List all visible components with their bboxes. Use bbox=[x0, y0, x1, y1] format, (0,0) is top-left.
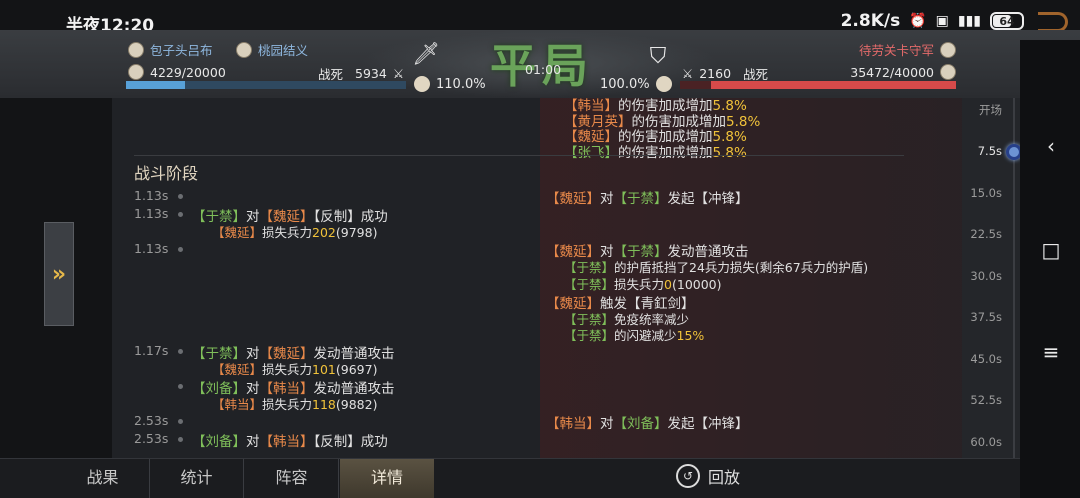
timeline-tick[interactable]: 15.0s bbox=[952, 186, 1002, 200]
right-troops: 35472/40000 bbox=[850, 64, 956, 80]
player-avatar-icon bbox=[940, 41, 956, 58]
log-line: 【刘备】对【韩当】【反制】成功 bbox=[192, 434, 388, 450]
buff-icon bbox=[414, 76, 430, 92]
double-chevron-right-icon: » bbox=[51, 261, 67, 287]
log-line: 【魏延】损失兵力202(9798) bbox=[212, 225, 378, 240]
event-time: 1.13s bbox=[134, 206, 169, 221]
right-pct-value: 100.0% bbox=[600, 76, 650, 92]
event-time: 2.53s bbox=[134, 431, 169, 446]
timeline-tick[interactable]: 22.5s bbox=[952, 227, 1002, 241]
left-troop-bar-fill bbox=[126, 81, 186, 89]
timeline-tick[interactable]: 52.5s bbox=[952, 393, 1002, 407]
right-player: 待劳关卡守军 bbox=[859, 40, 956, 59]
replay-label: 回放 bbox=[708, 468, 741, 487]
network-speed: 2.8K/s bbox=[840, 11, 901, 31]
troops-icon bbox=[128, 64, 144, 80]
timeline-tick[interactable]: 7.5s bbox=[952, 144, 1002, 158]
tab-stats[interactable]: 统计 bbox=[150, 459, 244, 498]
crossed-swords-icon: ⚔ bbox=[682, 66, 694, 81]
tab-lineup[interactable]: 阵容 bbox=[245, 459, 339, 498]
event-time: 1.13s bbox=[134, 241, 169, 256]
battery-level: 64 bbox=[999, 14, 1015, 28]
timeline-tick[interactable]: 60.0s bbox=[952, 435, 1002, 449]
right-troop-bar-fill bbox=[711, 81, 956, 89]
hd-icon: ▣ bbox=[935, 13, 949, 29]
expand-panel-button[interactable]: » bbox=[44, 222, 74, 326]
log-line: 【于禁】的闪避减少15% bbox=[564, 328, 705, 343]
timeline-tick[interactable]: 开场 bbox=[952, 102, 1002, 118]
event-time: 1.17s bbox=[134, 343, 169, 358]
timeline-scrubber[interactable]: 开场 7.5s 15.0s 22.5s 30.0s 37.5s 45.0s 52… bbox=[962, 98, 1022, 458]
shield-icon: ⛉ bbox=[649, 43, 667, 69]
replay-icon: ↺ bbox=[676, 464, 700, 488]
left-dead-value: 5934 bbox=[355, 66, 387, 81]
left-pct: 110.0% bbox=[414, 76, 486, 92]
timeline-tick[interactable]: 45.0s bbox=[952, 352, 1002, 366]
team-icon bbox=[236, 41, 252, 58]
event-time: 2.53s bbox=[134, 413, 169, 428]
left-troops: 4229/20000 bbox=[128, 64, 226, 80]
tab-details[interactable]: 详情 bbox=[340, 459, 434, 498]
overlay-handle[interactable] bbox=[1038, 12, 1068, 32]
timeline-tick[interactable]: 30.0s bbox=[952, 269, 1002, 283]
left-team: 桃园结义 bbox=[236, 40, 308, 59]
bottom-tab-bar: 战果 统计 阵容 详情 ↺ 回放 bbox=[0, 458, 1020, 498]
right-troops-value: 35472/40000 bbox=[850, 64, 934, 80]
battle-log[interactable]: 【韩当】的伤害加成增加5.8% 【黄月英】的伤害加成增加5.8% 【魏延】的伤害… bbox=[112, 98, 962, 458]
alarm-icon: ⏰ bbox=[909, 13, 927, 29]
event-time: 1.13s bbox=[134, 188, 169, 203]
stage-title: 战斗阶段 bbox=[134, 164, 199, 183]
tab-result[interactable]: 战果 bbox=[56, 459, 150, 498]
sword-icon: 🗡 bbox=[412, 41, 440, 67]
left-player-name: 包子头吕布 bbox=[150, 43, 213, 58]
system-nav-bar: ‹ □ ≡ bbox=[1020, 40, 1080, 498]
home-icon[interactable]: □ bbox=[1040, 238, 1062, 262]
timeline-tick[interactable]: 37.5s bbox=[952, 310, 1002, 324]
player-avatar-icon bbox=[128, 41, 144, 58]
recents-icon[interactable]: ≡ bbox=[1040, 340, 1062, 364]
log-line: 【韩当】损失兵力118(9882) bbox=[212, 397, 378, 412]
battle-timer: 01:00 bbox=[525, 62, 562, 77]
right-pct: 100.0% bbox=[600, 76, 672, 92]
back-icon[interactable]: ‹ bbox=[1040, 134, 1062, 158]
right-player-name: 待劳关卡守军 bbox=[858, 43, 934, 58]
log-line: 【于禁】损失兵力0(10000) bbox=[564, 277, 722, 292]
buff-icon bbox=[655, 76, 672, 92]
left-pct-value: 110.0% bbox=[436, 76, 486, 92]
log-line: 【魏延】损失兵力101(9697) bbox=[212, 362, 378, 377]
log-line: 【张飞】的伤害加成增加5.8% bbox=[564, 145, 747, 161]
replay-button[interactable]: ↺ 回放 bbox=[676, 464, 740, 488]
left-player: 包子头吕布 bbox=[128, 40, 213, 59]
troops-icon bbox=[940, 64, 956, 80]
battery-icon: 64 bbox=[990, 12, 1024, 30]
right-dead-value: 2160 bbox=[699, 66, 732, 81]
log-line: 【魏延】对【于禁】发起【冲锋】 bbox=[546, 191, 749, 207]
log-line: 【韩当】对【刘备】发起【冲锋】 bbox=[546, 416, 749, 432]
left-troops-value: 4229/20000 bbox=[150, 64, 226, 80]
left-team-name: 桃园结义 bbox=[258, 43, 309, 58]
crossed-swords-icon: ⚔ bbox=[392, 66, 405, 81]
signal-icon: ▮▮▮ bbox=[957, 13, 981, 29]
